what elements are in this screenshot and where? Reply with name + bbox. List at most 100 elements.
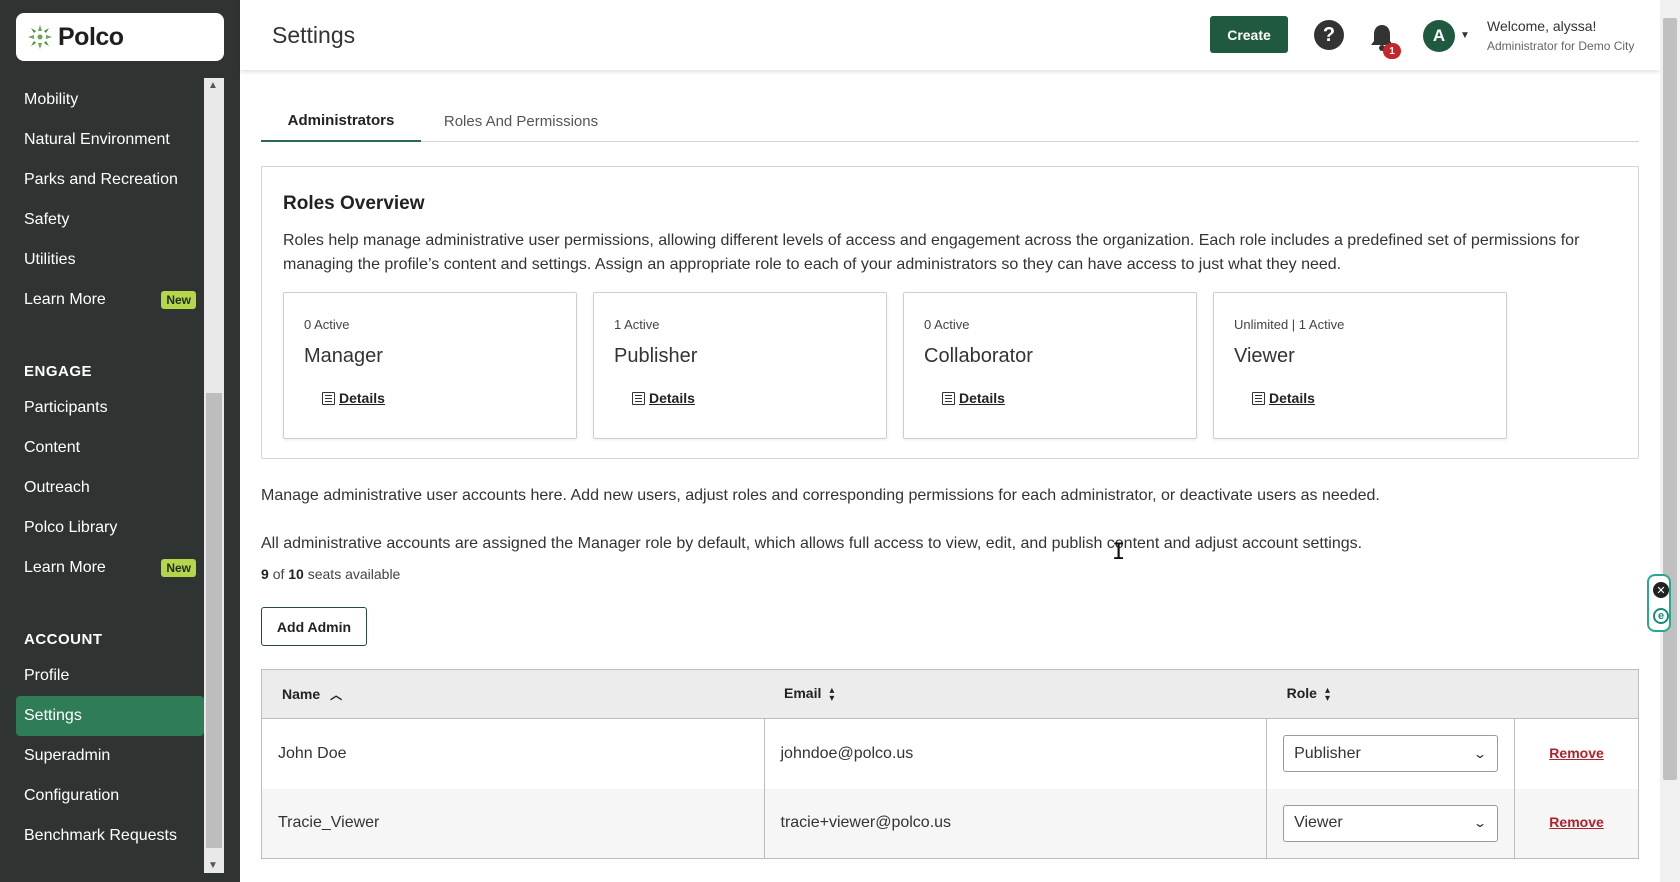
sidebar-scrollbar[interactable]: ▲ ▼ bbox=[204, 78, 224, 873]
sidebar-item-label: Safety bbox=[24, 211, 70, 228]
sidebar-item-label: Parks and Recreation bbox=[24, 171, 178, 188]
page-scrollbar[interactable] bbox=[1660, 0, 1680, 882]
role-details-link[interactable]: Details bbox=[322, 390, 385, 406]
role-select[interactable]: Viewer ⌄ bbox=[1283, 804, 1499, 842]
sort-ascending-icon[interactable]: ︿ bbox=[330, 686, 342, 703]
role-cell: Publisher ⌄ bbox=[1266, 718, 1516, 789]
table-row: Tracie_Viewer tracie+viewer@polco.us Vie… bbox=[261, 788, 1639, 859]
chevron-down-icon: ⌄ bbox=[1473, 746, 1488, 761]
new-badge: New bbox=[161, 559, 196, 577]
action-cell: Remove bbox=[1515, 719, 1639, 789]
close-icon[interactable]: ✕ bbox=[1653, 582, 1669, 598]
details-label: Details bbox=[1269, 390, 1315, 406]
polco-logo[interactable]: Polco bbox=[16, 13, 224, 61]
sidebar-item-label: Superadmin bbox=[24, 747, 111, 764]
sidebar-item-label: Learn More bbox=[24, 559, 106, 576]
logo-text: Polco bbox=[58, 22, 124, 51]
new-badge: New bbox=[161, 291, 196, 309]
role-active-count: Unlimited | 1 Active bbox=[1234, 317, 1345, 332]
role-active-count: 0 Active bbox=[304, 317, 350, 332]
tab-administrators[interactable]: Administrators bbox=[261, 100, 421, 142]
role-cell: Viewer ⌄ bbox=[1266, 788, 1516, 859]
help-icon[interactable]: ? bbox=[1314, 20, 1344, 50]
role-select[interactable]: Publisher ⌄ bbox=[1283, 735, 1499, 773]
page-scrollbar-thumb[interactable] bbox=[1663, 18, 1677, 780]
seats-of: of bbox=[272, 566, 285, 582]
sidebar-item-label: Participants bbox=[24, 399, 108, 416]
remove-link[interactable]: Remove bbox=[1549, 814, 1603, 830]
column-header-name[interactable]: Name ︿ bbox=[261, 669, 764, 719]
sidebar-scrollbar-thumb[interactable] bbox=[206, 393, 222, 848]
sidebar-nav: Mobility Natural Environment Parks and R… bbox=[16, 80, 204, 856]
chevron-down-icon: ⌄ bbox=[1473, 816, 1488, 831]
add-admin-button[interactable]: Add Admin bbox=[261, 607, 367, 646]
role-name: Manager bbox=[304, 345, 383, 367]
sidebar-item-settings[interactable]: Settings bbox=[16, 696, 204, 736]
role-details-link[interactable]: Details bbox=[632, 390, 695, 406]
seats-suffix: seats available bbox=[307, 566, 401, 582]
manage-admins-text: Manage administrative user accounts here… bbox=[261, 487, 1380, 504]
remove-link[interactable]: Remove bbox=[1549, 745, 1603, 761]
sidebar-item-label: Content bbox=[24, 439, 81, 456]
page-title: Settings bbox=[272, 22, 356, 48]
tab-roles-and-permissions[interactable]: Roles And Permissions bbox=[421, 100, 621, 142]
sidebar-item-outreach[interactable]: Outreach bbox=[16, 468, 204, 508]
sidebar-item-label: Learn More bbox=[24, 291, 106, 308]
sidebar-item-label: Polco Library bbox=[24, 519, 118, 536]
polco-logo-icon bbox=[28, 25, 52, 49]
role-select-value: Publisher bbox=[1294, 744, 1361, 762]
column-header-email[interactable]: Email ▴ ▾ bbox=[764, 669, 1267, 719]
sidebar-item-label: Configuration bbox=[24, 787, 120, 804]
role-card-publisher: 1 Active Publisher Details bbox=[593, 292, 887, 439]
administrators-table: Name ︿ Email ▴ ▾ Role ▴ ▾ John Doe johndoe@po… bbox=[261, 669, 1639, 859]
caret-down-icon[interactable]: ▼ bbox=[1460, 30, 1470, 41]
sidebar-item-safety[interactable]: Safety bbox=[16, 200, 204, 240]
create-button[interactable]: Create bbox=[1210, 16, 1288, 53]
sidebar-item-label: Settings bbox=[24, 707, 82, 724]
text-cursor-icon: I bbox=[1112, 540, 1126, 565]
sidebar-item-participants[interactable]: Participants bbox=[16, 388, 204, 428]
sort-icon[interactable]: ▴ ▾ bbox=[1325, 685, 1330, 703]
admin-name: Tracie_Viewer bbox=[261, 788, 765, 859]
sort-icon[interactable]: ▴ ▾ bbox=[829, 685, 834, 703]
admin-subtitle: Administrator for Demo City bbox=[1487, 39, 1635, 53]
details-label: Details bbox=[959, 390, 1005, 406]
sidebar-item-natural-environment[interactable]: Natural Environment bbox=[16, 120, 204, 160]
role-active-count: 0 Active bbox=[924, 317, 970, 332]
settings-tabs: Administrators Roles And Permissions bbox=[261, 100, 1639, 142]
sidebar-item-learn-more[interactable]: Learn More New bbox=[16, 280, 204, 320]
account-section-header: ACCOUNT bbox=[24, 631, 103, 648]
sidebar-item-label: Utilities bbox=[24, 251, 76, 268]
sidebar-item-superadmin[interactable]: Superadmin bbox=[16, 736, 204, 776]
sidebar-item-label: Outreach bbox=[24, 479, 90, 496]
table-row: John Doe johndoe@polco.us Publisher ⌄ Rem… bbox=[261, 718, 1639, 789]
sidebar-item-learn-more-engage[interactable]: Learn More New bbox=[16, 548, 204, 588]
sidebar-item-parks-and-recreation[interactable]: Parks and Recreation bbox=[16, 160, 204, 200]
welcome-text: Welcome, alyssa! bbox=[1487, 18, 1597, 34]
seats-total: 10 bbox=[288, 566, 304, 582]
role-details-link[interactable]: Details bbox=[942, 390, 1005, 406]
roles-overview-description: Roles help manage administrative user pe… bbox=[283, 232, 1580, 273]
role-name: Publisher bbox=[614, 345, 698, 367]
sidebar-item-content[interactable]: Content bbox=[16, 428, 204, 468]
details-label: Details bbox=[339, 390, 385, 406]
role-details-link[interactable]: Details bbox=[1252, 390, 1315, 406]
sidebar-item-utilities[interactable]: Utilities bbox=[16, 240, 204, 280]
table-header-row: Name ︿ Email ▴ ▾ Role ▴ ▾ bbox=[261, 669, 1639, 719]
extension-e-icon[interactable]: e bbox=[1653, 608, 1669, 624]
roles-overview-card: Roles Overview Roles help manage adminis… bbox=[261, 166, 1639, 459]
sidebar-item-profile[interactable]: Profile bbox=[16, 656, 204, 696]
scroll-down-arrow-icon[interactable]: ▼ bbox=[208, 860, 218, 871]
column-header-role[interactable]: Role ▴ ▾ bbox=[1266, 669, 1639, 719]
details-label: Details bbox=[649, 390, 695, 406]
sidebar-item-polco-library[interactable]: Polco Library bbox=[16, 508, 204, 548]
avatar[interactable]: A bbox=[1423, 20, 1455, 52]
sidebar-item-mobility[interactable]: Mobility bbox=[16, 80, 204, 120]
role-card-viewer: Unlimited | 1 Active Viewer Details bbox=[1213, 292, 1507, 439]
notification-count-badge: 1 bbox=[1383, 43, 1401, 59]
sidebar-item-benchmark-requests[interactable]: Benchmark Requests bbox=[16, 816, 204, 856]
role-card-manager: 0 Active Manager Details bbox=[283, 292, 577, 439]
sidebar-item-label: Profile bbox=[24, 667, 70, 684]
scroll-up-arrow-icon[interactable]: ▲ bbox=[208, 80, 218, 91]
sidebar-item-configuration[interactable]: Configuration bbox=[16, 776, 204, 816]
